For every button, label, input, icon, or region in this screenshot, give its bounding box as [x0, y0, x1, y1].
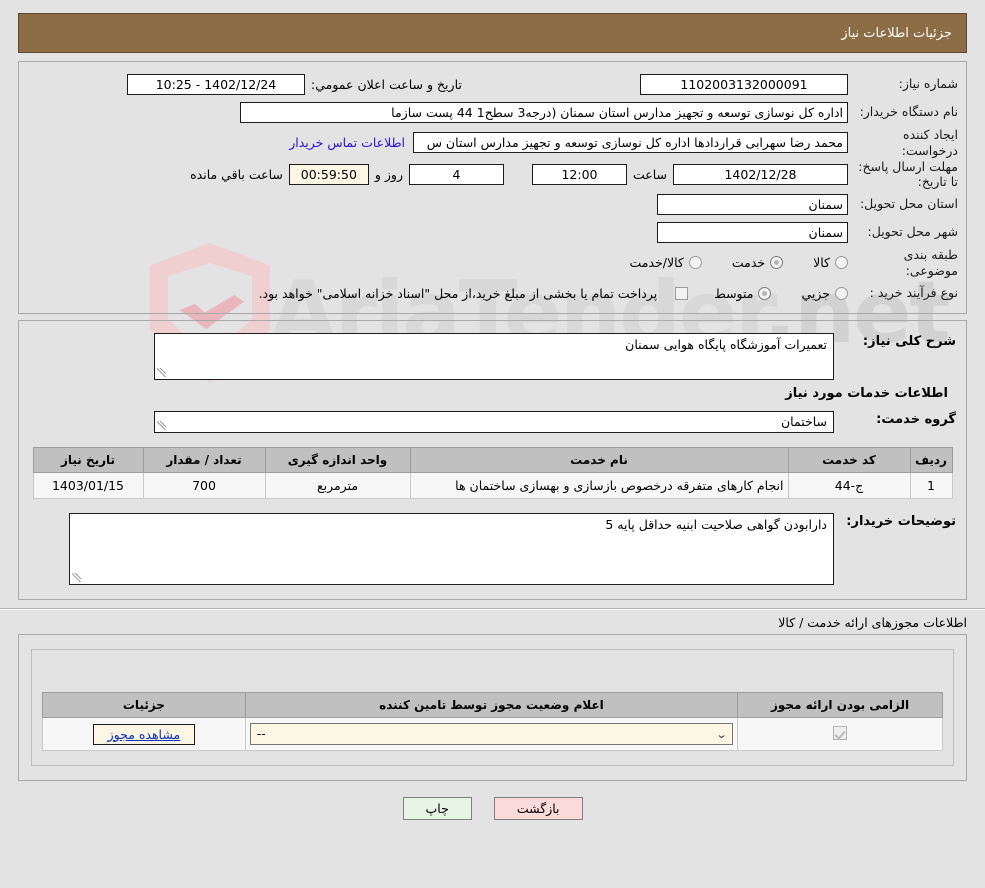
deadline-label: مهلت ارسال پاسخ: تا تاریخ: — [858, 159, 958, 189]
radio-circle-selected-icon — [770, 256, 784, 270]
buyer-notes-label: توضیحات خریدار: — [846, 514, 956, 530]
row-purchase-process: نوع فرآیند خرید : جزیي متوسط پرداخت تمام… — [19, 279, 966, 307]
row-subject-category: طبقه بندی موضوعی: کالا خدمت کالا/خدمت — [19, 246, 966, 279]
radio-process-minor[interactable]: جزیي — [801, 286, 848, 301]
table-header-row: ردیف کد خدمت نام خدمت واحد اندازه گیری ت… — [32, 447, 953, 474]
services-table: ردیف کد خدمت نام خدمت واحد اندازه گیری ت… — [32, 447, 953, 500]
general-description-label: شرح کلی نیاز: — [862, 334, 956, 350]
col-service-code: کد خدمت — [787, 447, 911, 474]
radio-process-medium[interactable]: متوسط — [714, 285, 772, 301]
page-title: جزئیات اطلاعات نیاز — [841, 25, 952, 41]
row-general-description: شرح کلی نیاز: تعمیرات آموزشگاه پایگاه هو… — [19, 331, 966, 382]
window-title-bar: جزئیات اطلاعات نیاز — [18, 13, 967, 53]
radio-label: کالا — [813, 255, 830, 271]
treasury-note: پرداخت تمام یا بخشی از مبلغ خرید،از محل … — [258, 285, 658, 301]
radio-circle-icon — [835, 286, 848, 300]
radio-label: کالا/خدمت — [629, 255, 684, 271]
need-details-panel: شرح کلی نیاز: تعمیرات آموزشگاه پایگاه هو… — [18, 320, 967, 601]
countdown-label: ساعت باقي مانده — [190, 167, 283, 183]
services-table-body: 1 ج-44 انجام کارهای متفرقه درخصوص بازسازی … — [32, 472, 953, 500]
permits-panel: الزامی بودن ارائه مجوز اعلام وضعیت مجوز … — [18, 634, 967, 782]
remaining-days-label: روز و — [374, 167, 403, 183]
permits-table: الزامی بودن ارائه مجوز اعلام وضعیت مجوز … — [42, 692, 943, 752]
service-group-field: ساختمان — [154, 411, 834, 434]
row-delivery-province: استان محل تحویل: سمنان — [19, 190, 966, 218]
services-heading: اطلاعات خدمات مورد نیاز — [785, 386, 948, 402]
back-button[interactable]: بازگشت — [493, 797, 583, 821]
cell-service-code: ج-44 — [787, 472, 911, 500]
announce-datetime-field: 1402/12/24 - 10:25 — [127, 73, 305, 95]
radio-circle-icon — [835, 256, 848, 270]
creator-field: محمد رضا سهرابی قراردادها اداره کل نوساز… — [413, 132, 848, 154]
radio-category-goods-service[interactable]: کالا/خدمت — [629, 255, 702, 271]
announce-label: تاریخ و ساعت اعلان عمومي: — [311, 76, 462, 92]
col-row-number: ردیف — [909, 447, 953, 474]
deadline-time-label: ساعت — [632, 167, 667, 183]
radio-label: جزیي — [801, 285, 830, 301]
permit-status-cell: ⌄ -- — [244, 717, 739, 752]
table-row: 1 ج-44 انجام کارهای متفرقه درخصوص بازسازی … — [32, 472, 953, 500]
radio-category-service[interactable]: خدمت — [731, 255, 784, 271]
row-delivery-city: شهر محل تحویل: سمنان — [19, 218, 966, 246]
permit-details-cell: مشاهده مجوز — [42, 717, 246, 752]
buyer-org-label: نام دستگاه خریدار: — [859, 104, 958, 120]
col-need-date: تاریخ نیاز — [32, 447, 144, 474]
row-need-number: شماره نیاز: 1102003132000091 تاریخ و ساع… — [19, 70, 966, 98]
creator-label: ایجاد کننده درخواست: — [901, 127, 958, 158]
view-permit-button[interactable]: مشاهده مجوز — [92, 723, 196, 745]
radio-label: خدمت — [731, 255, 766, 271]
col-permit-status: اعلام وضعیت مجوز توسط تامین کننده — [244, 692, 739, 719]
deadline-time-field: 12:00 — [531, 164, 627, 186]
permits-header-row: الزامی بودن ارائه مجوز اعلام وضعیت مجوز … — [42, 692, 943, 719]
general-description-textarea[interactable]: تعمیرات آموزشگاه پایگاه هوایی سمنان — [154, 333, 834, 381]
row-request-creator: ایجاد کننده درخواست: محمد رضا سهرابی قرا… — [19, 126, 966, 159]
countdown-field: 00:59:50 — [288, 164, 369, 186]
need-number-label: شماره نیاز: — [898, 76, 958, 92]
cell-service-name: انجام کارهای متفرقه درخصوص بازسازی و بهس… — [409, 472, 789, 500]
permit-status-select[interactable]: ⌄ -- — [249, 723, 734, 746]
col-permit-details: جزئیات — [42, 692, 246, 719]
province-field: سمنان — [657, 193, 848, 215]
row-response-deadline: مهلت ارسال پاسخ: تا تاریخ: 1402/12/28 سا… — [19, 159, 966, 190]
row-buyer-notes: توضیحات خریدار: دارابودن گواهی صلاحیت اب… — [19, 511, 966, 587]
buyer-notes-textarea[interactable]: دارابودن گواهی صلاحیت ابنیه حداقل پایه 5 — [69, 513, 834, 586]
cell-unit: مترمربع — [264, 472, 411, 500]
service-group-label: گروه خدمت: — [876, 412, 956, 428]
permit-required-cell — [737, 717, 943, 752]
city-field: سمنان — [657, 221, 848, 243]
category-label: طبقه بندی موضوعی: — [903, 247, 958, 278]
permit-status-value: -- — [256, 727, 266, 742]
buyer-org-field: اداره کل نوسازی توسعه و تجهیز مدارس استا… — [240, 101, 848, 123]
city-label: شهر محل تحویل: — [867, 224, 958, 240]
radio-circle-selected-icon — [758, 286, 772, 300]
col-service-name: نام خدمت — [409, 447, 789, 474]
cell-quantity: 700 — [142, 472, 266, 500]
permits-section-title: اطلاعات مجوزهای ارائه خدمت / کالا — [778, 615, 967, 631]
table-row: ⌄ -- مشاهده مجوز — [42, 717, 943, 752]
deadline-date-field: 1402/12/28 — [673, 164, 848, 186]
province-label: استان محل تحویل: — [859, 196, 958, 212]
buyer-contact-link[interactable]: اطلاعات تماس خریدار — [281, 135, 413, 150]
cell-need-date: 1403/01/15 — [32, 472, 144, 500]
need-number-field: 1102003132000091 — [640, 73, 848, 95]
radio-circle-icon — [688, 256, 702, 270]
col-unit: واحد اندازه گیری — [264, 447, 411, 474]
treasury-checkbox[interactable] — [675, 286, 689, 300]
radio-category-goods[interactable]: کالا — [813, 255, 848, 270]
cell-row-number: 1 — [909, 472, 953, 500]
permit-required-checkbox — [833, 725, 848, 740]
row-buyer-org: نام دستگاه خریدار: اداره کل نوسازی توسعه… — [19, 98, 966, 126]
remaining-days-field: 4 — [408, 164, 504, 186]
need-summary-panel: شماره نیاز: 1102003132000091 تاریخ و ساع… — [18, 61, 967, 315]
chevron-down-icon: ⌄ — [715, 727, 728, 741]
col-quantity: تعداد / مقدار — [142, 447, 266, 474]
footer-actions: بازگشت چاپ — [0, 797, 985, 821]
radio-label: متوسط — [714, 285, 754, 301]
print-button[interactable]: چاپ — [402, 797, 472, 821]
row-service-group: گروه خدمت: ساختمان — [19, 409, 966, 435]
col-permit-required: الزامی بودن ارائه مجوز — [737, 692, 943, 719]
process-label: نوع فرآیند خرید : — [869, 285, 958, 301]
